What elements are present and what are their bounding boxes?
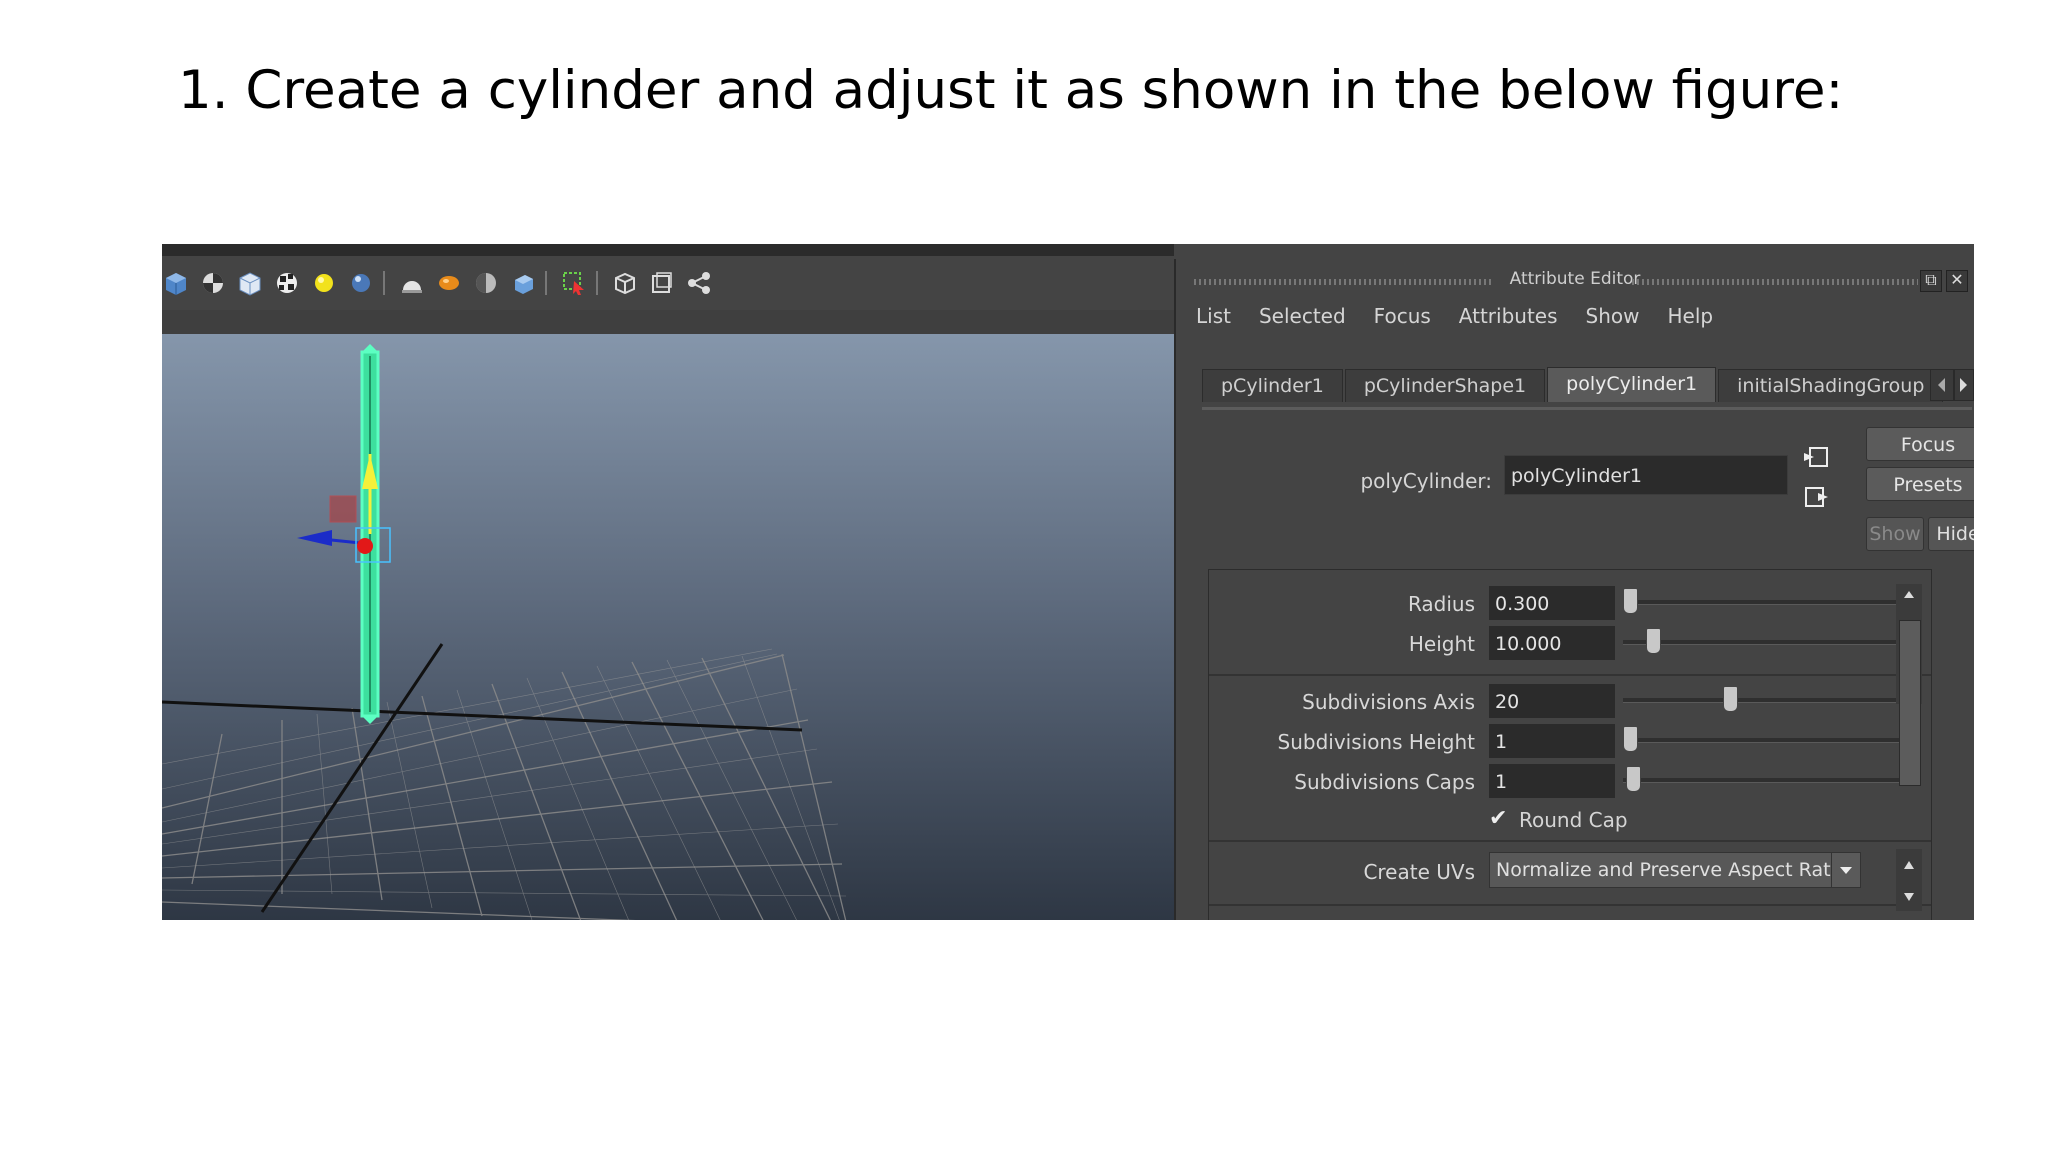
menu-attributes[interactable]: Attributes xyxy=(1459,304,1558,328)
menu-help[interactable]: Help xyxy=(1668,304,1714,328)
chevron-down-icon[interactable] xyxy=(1831,853,1860,887)
tab-scroll-left-icon[interactable] xyxy=(1930,369,1954,401)
attribute-editor-titlebar[interactable]: Attribute Editor ⧉ ✕ xyxy=(1176,259,1974,299)
yellow-light-icon[interactable] xyxy=(310,269,338,297)
tab-initialshadinggroup[interactable]: initialShadingGroup xyxy=(1718,369,1944,402)
section-separator xyxy=(1209,904,1931,906)
checker-sphere-icon[interactable] xyxy=(199,269,227,297)
radius-slider[interactable] xyxy=(1622,588,1909,614)
tab-pcylindershape1[interactable]: pCylinderShape1 xyxy=(1344,369,1546,402)
spotlight-icon[interactable] xyxy=(398,269,426,297)
subdivisions-caps-field[interactable]: 1 xyxy=(1489,764,1615,798)
toolbar-separator xyxy=(596,271,602,295)
show-button[interactable]: Show xyxy=(1866,517,1924,551)
close-icon[interactable]: ✕ xyxy=(1946,270,1968,292)
ground-grid xyxy=(162,653,847,920)
attribute-editor-title: Attribute Editor xyxy=(1509,269,1641,289)
maya-screenshot: Attribute Editor ⧉ ✕ List Selected Focus… xyxy=(162,244,1974,920)
scene-drawing xyxy=(162,344,847,920)
attributes-scrollbar[interactable] xyxy=(1896,584,1922,786)
3d-scene[interactable] xyxy=(162,334,1174,920)
create-uvs-label: Create UVs xyxy=(1363,860,1475,884)
half-sphere-icon[interactable] xyxy=(472,269,500,297)
attribute-editor: Attribute Editor ⧉ ✕ List Selected Focus… xyxy=(1176,259,1974,920)
subdivisions-axis-slider[interactable] xyxy=(1623,686,1909,712)
subdivisions-caps-label: Subdivisions Caps xyxy=(1294,770,1475,794)
subdivisions-height-slider-thumb[interactable] xyxy=(1622,726,1638,752)
input-connection-icon[interactable] xyxy=(1804,445,1830,469)
share-nodes-icon[interactable] xyxy=(685,269,713,297)
titlebar-grip xyxy=(1194,279,1494,285)
toolbar-separator xyxy=(383,271,389,295)
tab-scroll-right-icon[interactable] xyxy=(1954,369,1974,401)
create-uvs-dropdown[interactable]: Normalize and Preserve Aspect Ratio xyxy=(1489,852,1861,888)
grid-fine xyxy=(162,648,847,920)
subdivisions-axis-field[interactable]: 20 xyxy=(1489,684,1615,718)
height-field[interactable]: 10.000 xyxy=(1489,626,1615,660)
radius-label: Radius xyxy=(1407,592,1475,616)
output-connection-icon[interactable] xyxy=(1804,485,1830,509)
cube-icon[interactable] xyxy=(162,269,190,297)
node-name-field[interactable]: polyCylinder1 xyxy=(1504,455,1788,495)
select-camera-icon[interactable] xyxy=(560,269,588,297)
hide-button[interactable]: Hide xyxy=(1928,517,1974,551)
attributes-panel: Radius 0.300 Height 10.000 Subdivisions … xyxy=(1208,569,1932,920)
section-separator xyxy=(1209,674,1931,676)
lower-scroll-buttons xyxy=(1896,849,1922,911)
menu-show[interactable]: Show xyxy=(1586,304,1640,328)
blue-cube-icon[interactable] xyxy=(509,269,537,297)
node-name-label: polyCylinder: xyxy=(1360,469,1492,493)
attribute-editor-menubar: List Selected Focus Attributes Show Help xyxy=(1196,304,1741,328)
presets-button[interactable]: Presets xyxy=(1866,467,1974,501)
viewport-top-edge xyxy=(162,244,1174,256)
tab-underline xyxy=(1202,407,1972,410)
subdivisions-height-slider[interactable] xyxy=(1622,726,1909,752)
cube-outline-icon[interactable] xyxy=(611,269,639,297)
subdivisions-axis-label: Subdivisions Axis xyxy=(1302,690,1475,714)
round-cap-checkbox[interactable]: ✔ xyxy=(1489,808,1511,830)
menu-focus[interactable]: Focus xyxy=(1374,304,1431,328)
create-uvs-value: Normalize and Preserve Aspect Ratio xyxy=(1496,859,1848,881)
section-separator xyxy=(1209,840,1931,842)
scrollbar-thumb[interactable] xyxy=(1899,620,1921,786)
subdivisions-caps-slider-thumb[interactable] xyxy=(1625,766,1641,792)
scroll-down-icon[interactable] xyxy=(1896,883,1922,913)
scroll-up-icon[interactable] xyxy=(1896,849,1922,879)
viewport-toolbar xyxy=(162,256,1174,310)
blue-sphere-icon[interactable] xyxy=(347,269,375,297)
titlebar-grip xyxy=(1632,279,1918,285)
viewport-panel[interactable] xyxy=(162,244,1174,920)
round-cap-label: Round Cap xyxy=(1519,808,1628,832)
wireframe-cube-icon[interactable] xyxy=(236,269,264,297)
slide-title: 1. Create a cylinder and adjust it as sh… xyxy=(178,60,1844,121)
subdivisions-axis-slider-thumb[interactable] xyxy=(1722,686,1738,712)
subdivisions-height-field[interactable]: 1 xyxy=(1489,724,1615,758)
tab-polycylinder1[interactable]: polyCylinder1 xyxy=(1547,367,1717,402)
focus-button[interactable]: Focus xyxy=(1866,427,1974,461)
tab-pcylinder1[interactable]: pCylinder1 xyxy=(1202,369,1343,402)
menu-selected[interactable]: Selected xyxy=(1259,304,1346,328)
height-slider-thumb[interactable] xyxy=(1645,628,1661,654)
height-slider[interactable] xyxy=(1623,628,1909,654)
node-tabs: pCylinder1 pCylinderShape1 polyCylinder1… xyxy=(1202,367,1944,405)
toolbar-separator xyxy=(545,271,551,295)
scroll-up-icon[interactable] xyxy=(1896,584,1922,604)
resolution-gate-icon[interactable] xyxy=(648,269,676,297)
height-label: Height xyxy=(1408,632,1475,656)
orange-sphere-icon[interactable] xyxy=(435,269,463,297)
subdivisions-caps-slider[interactable] xyxy=(1623,766,1909,792)
checker-icon[interactable] xyxy=(273,269,301,297)
radius-field[interactable]: 0.300 xyxy=(1489,586,1615,620)
float-window-icon[interactable]: ⧉ xyxy=(1920,270,1942,292)
subdivisions-height-label: Subdivisions Height xyxy=(1277,730,1476,754)
menu-list[interactable]: List xyxy=(1196,304,1231,328)
radius-slider-thumb[interactable] xyxy=(1622,588,1638,614)
